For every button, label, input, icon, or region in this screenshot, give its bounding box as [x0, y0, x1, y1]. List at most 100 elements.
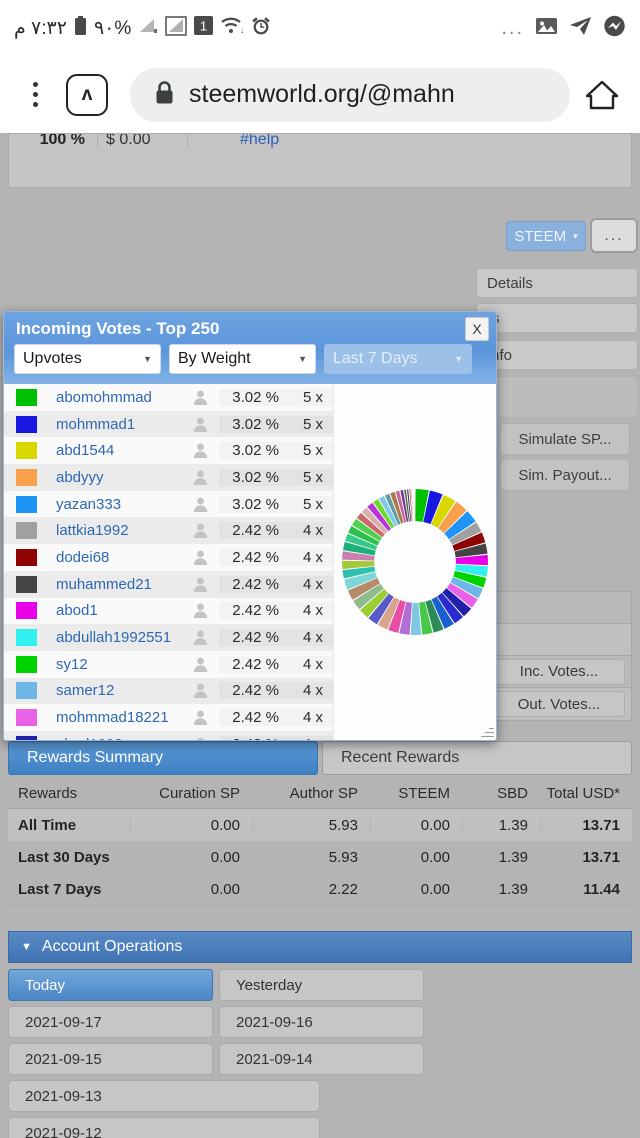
- votes-donut-chart: [334, 384, 496, 740]
- tab-recent-rewards[interactable]: Recent Rewards: [322, 741, 632, 775]
- date-tab-2021-09-17[interactable]: 2021-09-17: [8, 1006, 213, 1038]
- date-tab-2021-09-12[interactable]: 2021-09-12: [8, 1117, 320, 1138]
- date-tab-today[interactable]: Today: [8, 969, 213, 1001]
- sort-order-value: By Weight: [178, 350, 251, 367]
- voter-name-link[interactable]: muhammed21: [48, 576, 181, 593]
- vote-weight: 2.42 %: [219, 655, 287, 673]
- color-swatch-cell: [4, 415, 48, 433]
- voter-name-link[interactable]: dodei68: [48, 549, 181, 566]
- color-swatch-cell: [4, 388, 48, 406]
- color-swatch-icon: [15, 735, 37, 740]
- vote-row[interactable]: mohmmad1 3.02 % 5 x: [4, 410, 333, 438]
- color-swatch-icon: [15, 602, 37, 620]
- vote-type-select[interactable]: Upvotes ▼: [14, 344, 161, 374]
- voter-name-link[interactable]: yazan333: [48, 496, 181, 513]
- incoming-votes-button[interactable]: Inc. Votes...: [493, 658, 625, 685]
- voter-name-link[interactable]: mohmmad18221: [48, 709, 181, 726]
- battery-percent: %٩٠: [93, 17, 132, 39]
- vote-weight: 2.42 %: [219, 629, 287, 647]
- resize-handle[interactable]: [480, 724, 494, 738]
- reward-period: All Time: [18, 816, 77, 834]
- avatar-icon: [181, 416, 219, 433]
- reward-sbd: 1.39: [462, 880, 540, 898]
- home-button[interactable]: [582, 79, 622, 111]
- more-options-button[interactable]: ...: [590, 218, 638, 253]
- reward-curation: 0.00: [130, 880, 252, 898]
- avatar-icon: [181, 602, 219, 619]
- voter-name-link[interactable]: samer12: [48, 682, 181, 699]
- col-header-curation: Curation SP: [130, 785, 252, 802]
- vote-row[interactable]: sy12 2.42 % 4 x: [4, 650, 333, 678]
- vote-row[interactable]: abdullah1992551 2.42 % 4 x: [4, 624, 333, 651]
- time-range-select[interactable]: Last 7 Days ▼: [324, 344, 472, 374]
- vote-row[interactable]: abod1 2.42 % 4 x: [4, 597, 333, 625]
- reward-sbd: 1.39: [462, 848, 540, 866]
- reward-period: Last 30 Days: [18, 848, 110, 866]
- vote-row[interactable]: muhammed21 2.42 % 4 x: [4, 570, 333, 598]
- donut-chart-svg: [342, 489, 488, 635]
- vote-row[interactable]: abd1544 3.02 % 5 x: [4, 437, 333, 465]
- voter-name-link[interactable]: abdullah1992551: [48, 629, 181, 646]
- voter-name-link[interactable]: abod1: [48, 602, 181, 619]
- vote-weight: 3.02 %: [219, 468, 287, 486]
- vote-row[interactable]: abdyyy 3.02 % 5 x: [4, 464, 333, 491]
- svg-text:↓↑: ↓↑: [240, 26, 244, 35]
- date-tab-yesterday[interactable]: Yesterday: [219, 969, 424, 1001]
- vote-count: 4 x: [287, 682, 333, 700]
- sim-badge-icon: 1: [194, 16, 214, 40]
- vote-row[interactable]: lattkia1992 2.42 % 4 x: [4, 517, 333, 545]
- vote-count: 4 x: [287, 548, 333, 566]
- vote-weight: 3.02 %: [219, 415, 287, 433]
- vote-row[interactable]: abomohmmad 3.02 % 5 x: [4, 384, 333, 411]
- rewards-table: Rewards Curation SP Author SP STEEM SBD …: [8, 779, 632, 906]
- dialog-body: abomohmmad 3.02 % 5 x mohmmad1 3.02 % 5 x abd1…: [4, 384, 496, 740]
- voter-name-link[interactable]: abd1544: [48, 442, 181, 459]
- voter-name-link[interactable]: abomohmmad: [48, 389, 181, 406]
- voter-name-link[interactable]: lattkia1992: [48, 522, 181, 539]
- color-swatch-cell: [4, 548, 48, 566]
- browser-logo-icon[interactable]: ʌ: [66, 73, 108, 116]
- voter-name-link[interactable]: mohmmad1: [48, 416, 181, 433]
- avatar-icon: [181, 496, 219, 513]
- sim-payout-button[interactable]: Sim. Payout...: [500, 459, 630, 491]
- voter-name-link[interactable]: abod1002: [48, 736, 181, 740]
- close-icon[interactable]: X: [465, 317, 489, 341]
- bg-top-amount: $ 0.00: [97, 134, 187, 149]
- bg-panel-row-rs[interactable]: rs: [476, 303, 638, 333]
- color-swatch-icon: [15, 522, 37, 540]
- votes-list[interactable]: abomohmmad 3.02 % 5 x mohmmad1 3.02 % 5 x abd1…: [4, 384, 334, 740]
- sort-order-select[interactable]: By Weight ▼: [169, 344, 316, 374]
- simulate-sp-button[interactable]: Simulate SP...: [500, 423, 630, 455]
- col-header-rewards: Rewards: [18, 785, 78, 802]
- reward-steem: 0.00: [370, 848, 462, 866]
- date-tab-2021-09-16[interactable]: 2021-09-16: [219, 1006, 424, 1038]
- currency-select[interactable]: STEEM ▾: [506, 221, 586, 251]
- tab-rewards-summary[interactable]: Rewards Summary: [8, 741, 318, 775]
- address-bar[interactable]: steemworld.org/@mahn: [130, 67, 570, 122]
- bg-panel-row-info[interactable]: Info: [476, 340, 638, 370]
- avatar-icon: [181, 682, 219, 699]
- color-swatch-icon: [15, 495, 37, 513]
- reward-author: 5.93: [252, 816, 370, 834]
- voter-name-link[interactable]: abdyyy: [48, 469, 181, 486]
- browser-menu-button[interactable]: [18, 82, 52, 107]
- date-tab-2021-09-15[interactable]: 2021-09-15: [8, 1043, 213, 1075]
- table-header-row: Rewards Curation SP Author SP STEEM SBD …: [8, 779, 632, 809]
- vote-row[interactable]: samer12 2.42 % 4 x: [4, 677, 333, 705]
- vote-row[interactable]: mohmmad18221 2.42 % 4 x: [4, 704, 333, 731]
- vote-row[interactable]: abod1002 2.42 %4 x: [4, 730, 333, 740]
- account-operations-header[interactable]: ▼ Account Operations: [8, 931, 632, 963]
- collapse-triangle-icon: ▼: [21, 941, 32, 953]
- bg-panel-row-details[interactable]: Details: [476, 268, 638, 298]
- vote-row[interactable]: yazan333 3.02 % 5 x: [4, 490, 333, 518]
- voter-name-link[interactable]: sy12: [48, 656, 181, 673]
- reward-total: 13.71: [540, 848, 632, 866]
- date-tab-2021-09-13[interactable]: 2021-09-13: [8, 1080, 320, 1112]
- date-tab-2021-09-14[interactable]: 2021-09-14: [219, 1043, 424, 1075]
- color-swatch-cell: [4, 629, 48, 647]
- avatar-icon: [181, 389, 219, 406]
- vote-count: 5 x: [287, 442, 333, 460]
- table-row: Last 30 Days 0.00 5.93 0.00 1.39 13.71: [8, 841, 632, 873]
- outgoing-votes-button[interactable]: Out. Votes...: [493, 691, 625, 717]
- vote-row[interactable]: dodei68 2.42 % 4 x: [4, 544, 333, 571]
